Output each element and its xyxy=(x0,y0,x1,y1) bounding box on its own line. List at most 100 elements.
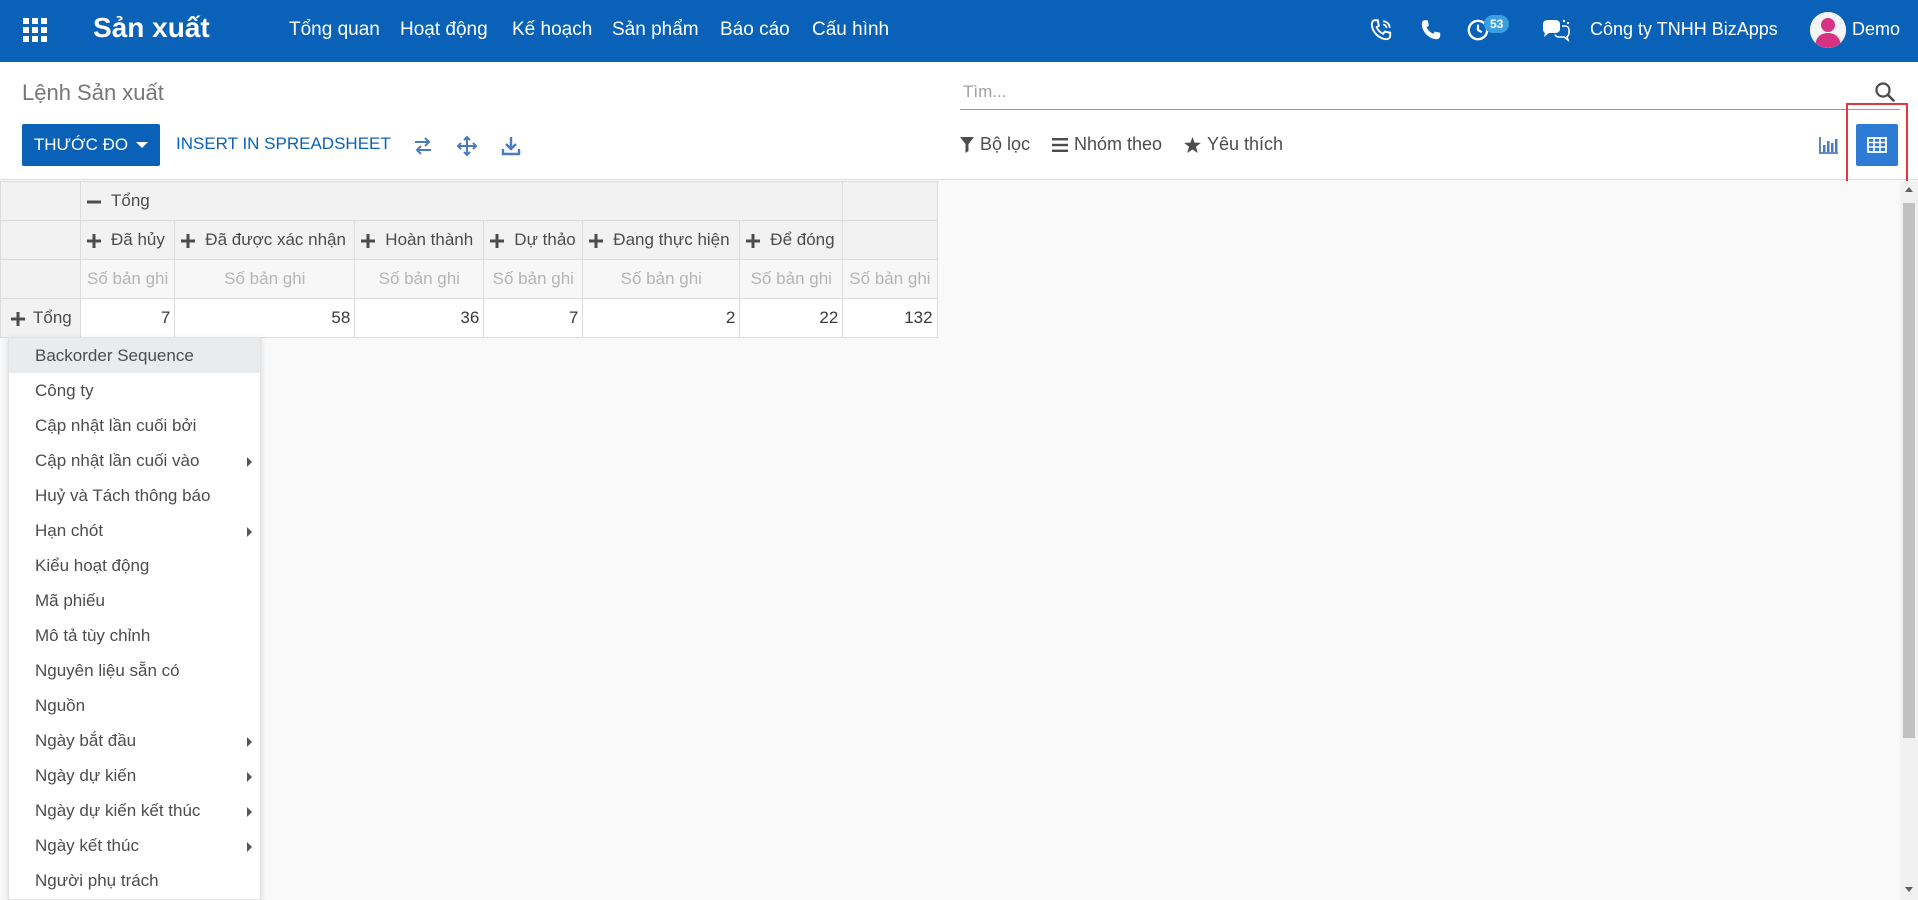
search-bar xyxy=(960,76,1900,110)
pivot-cell[interactable]: 36 xyxy=(354,298,485,338)
expand-all-icon[interactable] xyxy=(456,135,478,157)
header-blank xyxy=(842,220,938,260)
dropdown-item[interactable]: Huỷ và Tách thông báo xyxy=(9,478,260,513)
dropdown-item[interactable]: Hạn chót xyxy=(9,513,260,548)
column-label: Đang thực hiện xyxy=(613,230,730,249)
menu-operations[interactable]: Hoạt động xyxy=(400,19,488,41)
insert-in-spreadsheet-button[interactable]: INSERT IN SPREADSHEET xyxy=(176,134,391,154)
column-header-done[interactable]: Hoàn thành xyxy=(354,220,485,260)
dropdown-item-label: Ngày kết thúc xyxy=(35,836,139,855)
measure-header[interactable]: Số bản ghi xyxy=(174,259,356,299)
dropdown-item[interactable]: Mô tả tùy chỉnh xyxy=(9,618,260,653)
filters-button[interactable]: Bộ lọc xyxy=(960,134,1030,155)
measure-header[interactable]: Số bản ghi xyxy=(354,259,485,299)
app-title[interactable]: Sản xuất xyxy=(93,12,210,44)
pivot-cell[interactable]: 22 xyxy=(739,298,844,338)
vertical-scrollbar[interactable] xyxy=(1900,181,1918,900)
page-title: Lệnh Sản xuất xyxy=(22,80,164,105)
group-by-button[interactable]: Nhóm theo xyxy=(1052,134,1162,155)
dropdown-item-label: Hạn chót xyxy=(35,521,104,540)
pivot-cell[interactable]: 58 xyxy=(174,298,356,338)
pivot-cell[interactable]: 2 xyxy=(582,298,741,338)
menu-overview[interactable]: Tổng quan xyxy=(289,19,380,41)
search-icon[interactable] xyxy=(1874,81,1896,103)
column-header-to-close[interactable]: Để đóng xyxy=(739,220,844,260)
dropdown-item[interactable]: Nguồn xyxy=(9,688,260,723)
dropdown-item[interactable]: Người phụ trách xyxy=(9,863,260,898)
dropdown-item[interactable]: Cập nhật lần cuối bởi xyxy=(9,408,260,443)
favorites-button[interactable]: Yêu thích xyxy=(1184,134,1283,155)
apps-grid-icon[interactable] xyxy=(22,17,48,43)
avatar[interactable] xyxy=(1810,12,1846,48)
pivot-table: Tổng Đã hủy Đã được xác nhận Hoàn thành … xyxy=(0,181,938,338)
company-switcher[interactable]: Công ty TNHH BizApps xyxy=(1590,19,1778,40)
caret-right-icon xyxy=(247,737,252,747)
menu-products[interactable]: Sản phẩm xyxy=(612,19,699,41)
dropdown-item-label: Cập nhật lần cuối bởi xyxy=(35,416,197,435)
activity-count-badge: 53 xyxy=(1484,15,1510,33)
plus-icon xyxy=(490,233,505,248)
pivot-total-cell[interactable]: 132 xyxy=(842,298,938,338)
menu-planning[interactable]: Kế hoạch xyxy=(512,19,592,41)
row-header-total[interactable]: Tổng xyxy=(0,298,81,338)
pivot-cell[interactable]: 7 xyxy=(79,298,176,338)
measure-header[interactable]: Số bản ghi xyxy=(79,259,176,299)
dropdown-item-label: Ngày dự kiến kết thúc xyxy=(35,801,201,820)
search-input[interactable] xyxy=(963,80,1843,104)
dropdown-item[interactable]: Ngày kết thúc xyxy=(9,828,260,863)
dropdown-item[interactable]: Công ty xyxy=(9,373,260,408)
plus-icon xyxy=(361,233,376,248)
measure-header[interactable]: Số bản ghi xyxy=(582,259,741,299)
voip-phone-icon[interactable] xyxy=(1368,17,1394,43)
scroll-down-arrow-icon[interactable] xyxy=(1905,887,1913,892)
caret-right-icon xyxy=(247,527,252,537)
phone-icon[interactable] xyxy=(1418,17,1444,43)
chat-icon[interactable] xyxy=(1540,17,1572,43)
groupby-dropdown: Backorder Sequence Công ty Cập nhật lần … xyxy=(8,337,261,900)
minus-icon xyxy=(87,200,101,204)
column-header-in-progress[interactable]: Đang thực hiện xyxy=(582,220,741,260)
column-header-total[interactable]: Tổng xyxy=(79,181,844,221)
corner-cell xyxy=(0,181,81,221)
pivot-cell[interactable]: 7 xyxy=(483,298,584,338)
dropdown-item-label: Mô tả tùy chỉnh xyxy=(35,626,151,645)
filters-label: Bộ lọc xyxy=(980,134,1031,154)
dropdown-item-label: Huỷ và Tách thông báo xyxy=(35,486,211,505)
scroll-up-arrow-icon[interactable] xyxy=(1905,187,1913,192)
menu-reporting[interactable]: Báo cáo xyxy=(720,19,790,41)
header-blank xyxy=(842,181,938,221)
row-header-label: Tổng xyxy=(33,308,72,327)
top-navbar: Sản xuất Tổng quan Hoạt động Kế hoạch Sả… xyxy=(0,0,1918,62)
column-header-confirmed[interactable]: Đã được xác nhận xyxy=(174,220,356,260)
column-label: Để đóng xyxy=(770,230,835,249)
measure-header[interactable]: Số bản ghi xyxy=(739,259,844,299)
dropdown-item-label: Backorder Sequence xyxy=(35,346,194,365)
dropdown-item[interactable]: Nguyên liệu sẵn có xyxy=(9,653,260,688)
star-icon xyxy=(1184,136,1201,153)
column-header-cancelled[interactable]: Đã hủy xyxy=(79,220,176,260)
dropdown-item-label: Mã phiếu xyxy=(35,591,105,610)
corner-cell xyxy=(0,259,81,299)
dropdown-item[interactable]: Ngày dự kiến kết thúc xyxy=(9,793,260,828)
pivot-view-button[interactable] xyxy=(1856,124,1898,166)
graph-view-icon[interactable] xyxy=(1818,134,1840,156)
download-icon[interactable] xyxy=(500,135,522,157)
favorites-label: Yêu thích xyxy=(1207,134,1284,154)
dropdown-item[interactable]: Kiểu hoạt động xyxy=(9,548,260,583)
dropdown-item[interactable]: Backorder Sequence xyxy=(9,338,260,373)
dropdown-item[interactable]: Cập nhật lần cuối vào xyxy=(9,443,260,478)
list-icon xyxy=(1052,137,1068,152)
dropdown-item[interactable]: Ngày bắt đầu xyxy=(9,723,260,758)
dropdown-item[interactable]: Mã phiếu xyxy=(9,583,260,618)
flip-axis-icon[interactable] xyxy=(412,135,434,157)
column-header-draft[interactable]: Dự thảo xyxy=(483,220,584,260)
user-menu[interactable]: Demo xyxy=(1852,19,1900,40)
dropdown-item-label: Cập nhật lần cuối vào xyxy=(35,451,200,470)
scrollbar-thumb[interactable] xyxy=(1903,203,1915,738)
dropdown-item-label: Nguồn xyxy=(35,696,86,715)
measures-button[interactable]: THƯỚC ĐO xyxy=(22,124,160,166)
menu-configuration[interactable]: Cấu hình xyxy=(812,19,889,41)
measure-header[interactable]: Số bản ghi xyxy=(483,259,584,299)
dropdown-item[interactable]: Ngày dự kiến xyxy=(9,758,260,793)
measure-header[interactable]: Số bản ghi xyxy=(842,259,938,299)
